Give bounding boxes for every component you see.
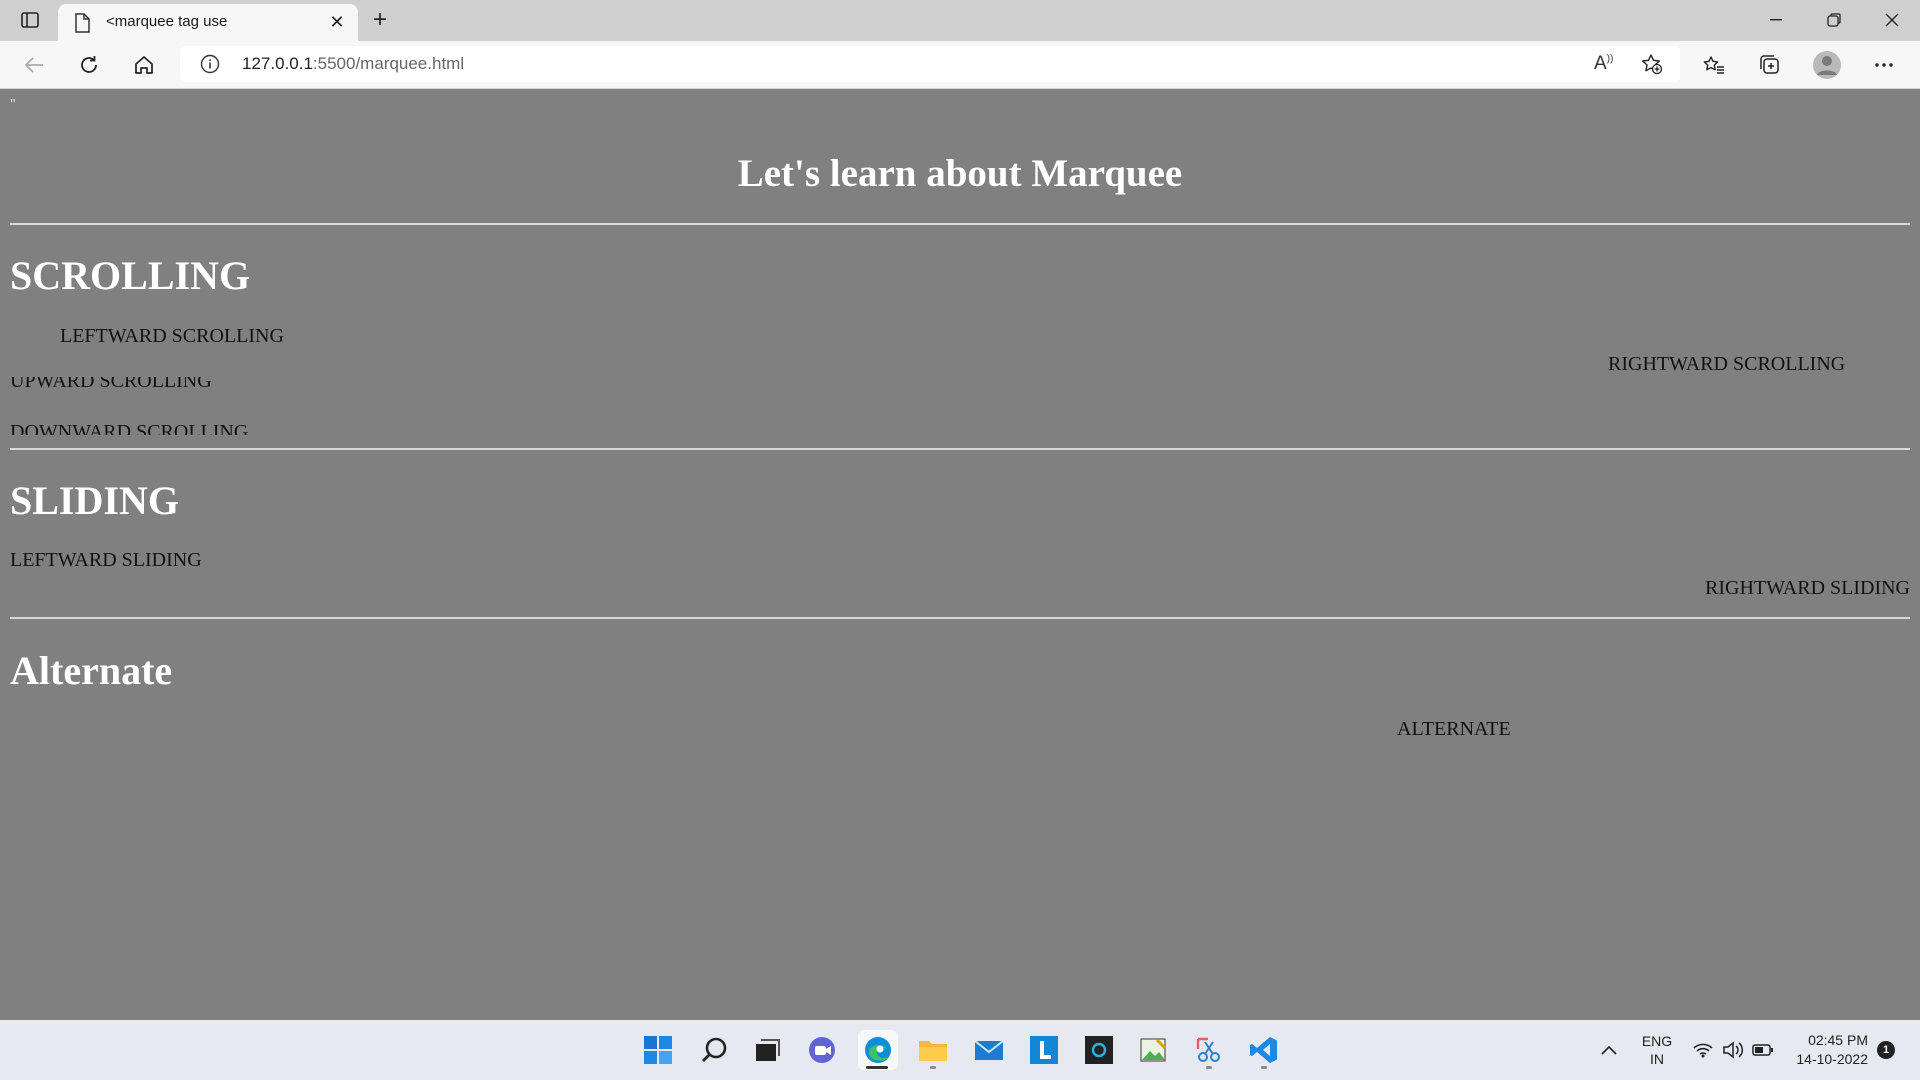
upward-scrolling-viewport: UPWARD SCROLLING (10, 377, 410, 403)
profile-avatar-icon[interactable] (1810, 49, 1844, 81)
l-app-icon[interactable] (1024, 1030, 1064, 1070)
running-indicator (930, 1066, 936, 1069)
running-indicator (1206, 1066, 1212, 1069)
mail-icon[interactable] (969, 1030, 1009, 1070)
stray-quote-text: " (10, 97, 16, 112)
notification-count-badge: 1 (1877, 1041, 1895, 1059)
leftward-scrolling-marquee: LEFTWARD SCROLLING (60, 325, 284, 347)
volume-icon[interactable] (1722, 1020, 1744, 1080)
wifi-icon[interactable] (1693, 1020, 1713, 1080)
downward-scrolling-viewport: DOWNWARD SCROLLING (10, 415, 410, 435)
cortana-icon[interactable] (1079, 1030, 1119, 1070)
browser-tab-bar: <marquee tag use ✕ + (0, 0, 1920, 41)
refresh-icon[interactable] (72, 49, 106, 81)
collections-icon[interactable] (1753, 49, 1787, 81)
language-indicator[interactable]: ENG IN (1640, 1020, 1674, 1080)
page-title: Let's learn about Marquee (737, 152, 1183, 195)
windows-taskbar: ENG IN 02:45 PM 14-10-2022 1 (0, 1020, 1920, 1080)
read-aloud-icon[interactable]: A)) (1594, 53, 1613, 75)
divider (10, 223, 1910, 225)
edge-icon[interactable] (858, 1030, 898, 1070)
language-region: IN (1650, 1051, 1664, 1067)
tab-marquee[interactable]: <marquee tag use ✕ (58, 4, 358, 41)
chat-icon[interactable] (803, 1030, 843, 1070)
clock-date: 14-10-2022 (1796, 1051, 1868, 1067)
settings-more-icon[interactable] (1867, 49, 1901, 81)
vscode-icon[interactable] (1244, 1030, 1284, 1070)
language-code: ENG (1641, 1033, 1673, 1049)
add-favorite-icon[interactable] (1641, 53, 1663, 80)
rightward-sliding-marquee: RIGHTWARD SLIDING (1705, 577, 1910, 599)
notification-center[interactable]: 1 (1877, 1020, 1895, 1080)
page-content: " Let's learn about Marquee SCROLLING LE… (0, 89, 1920, 1020)
clock-time: 02:45 PM (1808, 1032, 1868, 1048)
clock[interactable]: 02:45 PM 14-10-2022 (1790, 1020, 1868, 1080)
leftward-sliding-marquee: LEFTWARD SLIDING (10, 549, 202, 571)
divider (10, 448, 1910, 450)
file-explorer-icon[interactable] (913, 1030, 953, 1070)
rightward-scrolling-marquee: RIGHTWARD SCROLLING (1608, 353, 1846, 375)
photos-icon[interactable] (1134, 1030, 1174, 1070)
scrolling-heading: SCROLLING (10, 253, 251, 298)
home-icon[interactable] (127, 49, 161, 81)
minimize-icon[interactable] (1748, 0, 1804, 40)
url-text[interactable]: 127.0.0.1:5500/marquee.html (242, 54, 464, 74)
browser-toolbar: 127.0.0.1:5500/marquee.html A)) (0, 41, 1920, 89)
divider (10, 617, 1910, 619)
site-info-icon[interactable] (200, 54, 220, 79)
address-bar[interactable]: 127.0.0.1:5500/marquee.html A)) (180, 46, 1680, 82)
battery-icon[interactable] (1752, 1020, 1774, 1080)
start-icon[interactable] (638, 1030, 678, 1070)
tab-title: <marquee tag use (106, 13, 228, 30)
new-tab-icon[interactable]: + (366, 6, 394, 34)
tab-close-icon[interactable]: ✕ (326, 11, 348, 33)
running-indicator (1261, 1066, 1267, 1069)
alternate-heading: Alternate (10, 648, 173, 693)
page-icon (74, 13, 92, 33)
back-icon[interactable] (17, 49, 51, 81)
task-view-icon[interactable] (748, 1030, 788, 1070)
tab-actions-icon[interactable] (12, 6, 48, 34)
search-icon[interactable] (694, 1030, 734, 1070)
upward-scrolling-marquee: UPWARD SCROLLING (10, 377, 212, 392)
snipping-tool-icon[interactable] (1189, 1030, 1229, 1070)
active-indicator (866, 1066, 888, 1069)
downward-scrolling-marquee: DOWNWARD SCROLLING (10, 421, 249, 435)
show-hidden-icons[interactable] (1600, 1020, 1618, 1080)
restore-icon[interactable] (1806, 0, 1862, 40)
sliding-heading: SLIDING (10, 478, 179, 523)
close-window-icon[interactable] (1864, 0, 1920, 40)
favorites-icon[interactable] (1697, 49, 1731, 81)
alternate-marquee: ALTERNATE (1397, 718, 1511, 740)
